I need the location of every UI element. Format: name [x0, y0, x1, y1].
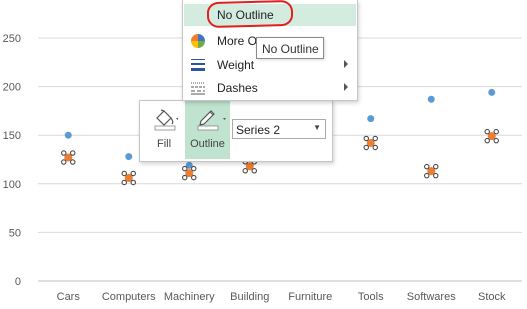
- data-point-series-1[interactable]: [488, 88, 496, 96]
- series-select-value: Series 2: [236, 123, 281, 137]
- dashes-icon: [191, 82, 205, 95]
- selection-handle[interactable]: [432, 172, 439, 179]
- outline-label: Outline: [190, 138, 225, 150]
- selection-handle[interactable]: [484, 137, 490, 144]
- tooltip-text: No Outline: [262, 42, 319, 56]
- selected-point-series-2[interactable]: [423, 163, 439, 179]
- selection-handle[interactable]: [121, 179, 128, 186]
- selection-handle[interactable]: [493, 137, 499, 144]
- x-tick-label: Cars: [57, 291, 81, 303]
- x-tick-label: Machinery: [164, 291, 215, 303]
- pen-outline-icon: [197, 110, 226, 131]
- x-tick-label: Tools: [358, 291, 384, 303]
- selection-handle[interactable]: [60, 159, 67, 165]
- menu-item-dashes[interactable]: Dashes: [184, 77, 356, 99]
- selection-handle[interactable]: [423, 163, 430, 170]
- fill-label: Fill: [156, 138, 172, 150]
- selection-handle[interactable]: [251, 168, 258, 174]
- y-tick-label: 100: [3, 179, 21, 191]
- selection-handle[interactable]: [60, 150, 67, 156]
- x-tick-label: Softwares: [407, 291, 456, 303]
- tooltip: No Outline: [256, 37, 324, 59]
- selection-handle[interactable]: [363, 144, 369, 151]
- red-highlight-circle: [206, 0, 294, 29]
- selected-point-series-2[interactable]: [121, 170, 137, 186]
- x-axis-ticks: Cars Computers Machinery Building Furniture T…: [57, 291, 506, 303]
- selection-handle[interactable]: [493, 128, 499, 135]
- menu-item-label: Weight: [217, 58, 255, 72]
- selection-handle[interactable]: [182, 165, 188, 172]
- selected-point-series-2[interactable]: [60, 150, 76, 165]
- selection-handle[interactable]: [182, 174, 188, 181]
- x-tick-label: Stock: [478, 291, 506, 303]
- x-tick-label: Building: [230, 291, 269, 303]
- x-tick-label: Computers: [102, 291, 156, 303]
- selected-point-series-2[interactable]: [484, 128, 499, 144]
- selection-handle[interactable]: [121, 170, 128, 177]
- mini-format-toolbar: Fill Outline Series 2 ▼: [139, 100, 333, 162]
- menu-item-no-outline[interactable]: No Outline: [184, 0, 356, 29]
- chevron-right-icon: [344, 60, 348, 68]
- series-select[interactable]: Series 2 ▼: [232, 119, 326, 139]
- selection-handle[interactable]: [191, 165, 197, 172]
- selection-handle[interactable]: [423, 172, 430, 179]
- y-tick-label: 50: [9, 227, 21, 239]
- data-point-series-1[interactable]: [125, 153, 133, 161]
- x-tick-label: Furniture: [288, 291, 332, 303]
- paint-bucket-icon: [154, 109, 178, 131]
- selected-point-series-2[interactable]: [363, 135, 378, 151]
- selection-handle[interactable]: [130, 170, 137, 177]
- selection-handle[interactable]: [372, 135, 378, 142]
- menu-item-label: More O: [217, 34, 258, 48]
- selection-handle[interactable]: [191, 174, 197, 181]
- y-tick-label: 0: [15, 276, 21, 288]
- color-wheel-icon: [191, 34, 205, 48]
- y-tick-label: 250: [3, 33, 21, 45]
- data-point-series-1[interactable]: [427, 95, 435, 103]
- fill-button[interactable]: Fill: [142, 101, 186, 159]
- line-weight-icon: [191, 59, 205, 71]
- outline-button[interactable]: Outline: [185, 101, 230, 159]
- selection-handle[interactable]: [372, 144, 378, 151]
- selection-handle[interactable]: [70, 150, 76, 156]
- data-point-series-1[interactable]: [367, 115, 375, 123]
- selection-handle[interactable]: [242, 168, 249, 174]
- y-axis-ticks: 0 50 100 150 200 250: [3, 33, 21, 288]
- selection-handle[interactable]: [484, 128, 490, 135]
- chevron-down-icon: ▼: [313, 123, 321, 132]
- selection-handle[interactable]: [130, 179, 137, 186]
- chevron-right-icon: [344, 83, 348, 91]
- selection-handle[interactable]: [432, 163, 439, 170]
- selection-handle[interactable]: [70, 159, 76, 165]
- menu-item-label: Dashes: [217, 81, 258, 95]
- y-tick-label: 150: [3, 130, 21, 142]
- selection-handle[interactable]: [363, 135, 369, 142]
- data-point-series-1[interactable]: [64, 131, 72, 139]
- y-tick-label: 200: [3, 82, 21, 94]
